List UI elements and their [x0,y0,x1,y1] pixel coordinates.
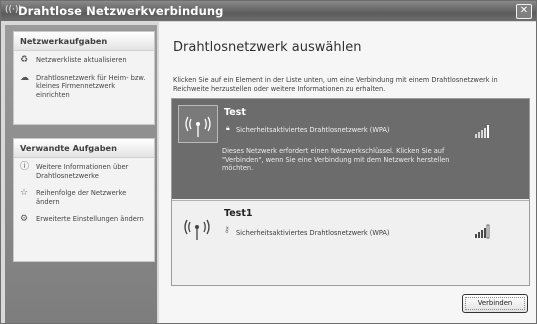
related-tasks-title: Verwandte Aufgaben [14,139,154,158]
info-icon: ⓘ [20,162,30,172]
task-label: Netzwerkliste aktualisieren [36,56,127,64]
main-content: Drahtlosnetzwerk auswählen Klicken Sie a… [159,22,536,323]
page-title: Drahtlosnetzwerk auswählen [173,40,362,55]
change-order-link[interactable]: ☆ Reihenfolge der Netzwerke ändern [14,184,154,210]
task-label: Erweiterte Einstellungen ändern [36,215,144,223]
wireless-signal-icon [184,219,210,240]
more-info-link[interactable]: ⓘ Weitere Informationen über Drahtlosnet… [14,158,154,184]
wireless-connection-window: ((·)) Drahtlose Netzwerkverbindung ✕ Net… [0,0,537,324]
wireless-signal-icon [178,105,218,143]
close-icon: ✕ [519,5,529,16]
signal-strength-icon [475,224,490,239]
task-label: Weitere Informationen über Drahtlosnetzw… [36,163,129,180]
task-label: Drahtlosnetzwerk für Heim- bzw. kleines … [36,73,146,99]
lock-icon: 🔒︎ [226,124,230,132]
advanced-settings-link[interactable]: ⚙ Erweiterte Einstellungen ändern [14,210,154,228]
signal-strength-icon [475,125,489,138]
star-icon: ☆ [20,188,29,198]
setup-network-icon: ☁ [20,72,29,83]
task-sidebar: Netzwerkaufgaben ♻ Netzwerkliste aktuali… [5,25,157,323]
close-button[interactable]: ✕ [516,4,532,19]
connect-button[interactable]: Verbinden [462,294,528,313]
refresh-icon: ♻ [20,55,29,65]
network-item-test1[interactable]: Test1 ⚷ Sicherheitsaktiviertes Drahtlosn… [172,201,529,285]
key-icon: ⚷ [224,225,230,234]
security-status: Sicherheitsaktiviertes Drahtlosnetzwerk … [236,229,390,237]
refresh-network-list-link[interactable]: ♻ Netzwerkliste aktualisieren [14,51,154,69]
window-title: Drahtlose Netzwerkverbindung [18,4,224,18]
network-list[interactable]: Test 🔒︎ Sicherheitsaktiviertes Drahtlosn… [171,98,530,286]
title-bar[interactable]: ((·)) Drahtlose Netzwerkverbindung ✕ [1,1,536,21]
network-name: Test [224,107,246,118]
network-name: Test1 [224,208,253,219]
network-item-test[interactable]: Test 🔒︎ Sicherheitsaktiviertes Drahtlosn… [172,99,529,199]
security-status: Sicherheitsaktiviertes Drahtlosnetzwerk … [236,126,390,134]
network-info-text: Dieses Netzwerk erfordert einen Netzwerk… [222,147,450,172]
network-tasks-title: Netzwerkaufgaben [14,32,154,51]
task-label: Reihenfolge der Netzwerke ändern [36,189,127,206]
setup-network-link[interactable]: ☁ Drahtlosnetzwerk für Heim- bzw. kleine… [14,69,154,104]
settings-icon: ⚙ [20,214,29,224]
network-tasks-panel: Netzwerkaufgaben ♻ Netzwerkliste aktuali… [13,31,155,125]
instructions-text: Klicken Sie auf ein Element in der Liste… [173,76,498,93]
related-tasks-panel: Verwandte Aufgaben ⓘ Weitere Information… [13,138,155,262]
